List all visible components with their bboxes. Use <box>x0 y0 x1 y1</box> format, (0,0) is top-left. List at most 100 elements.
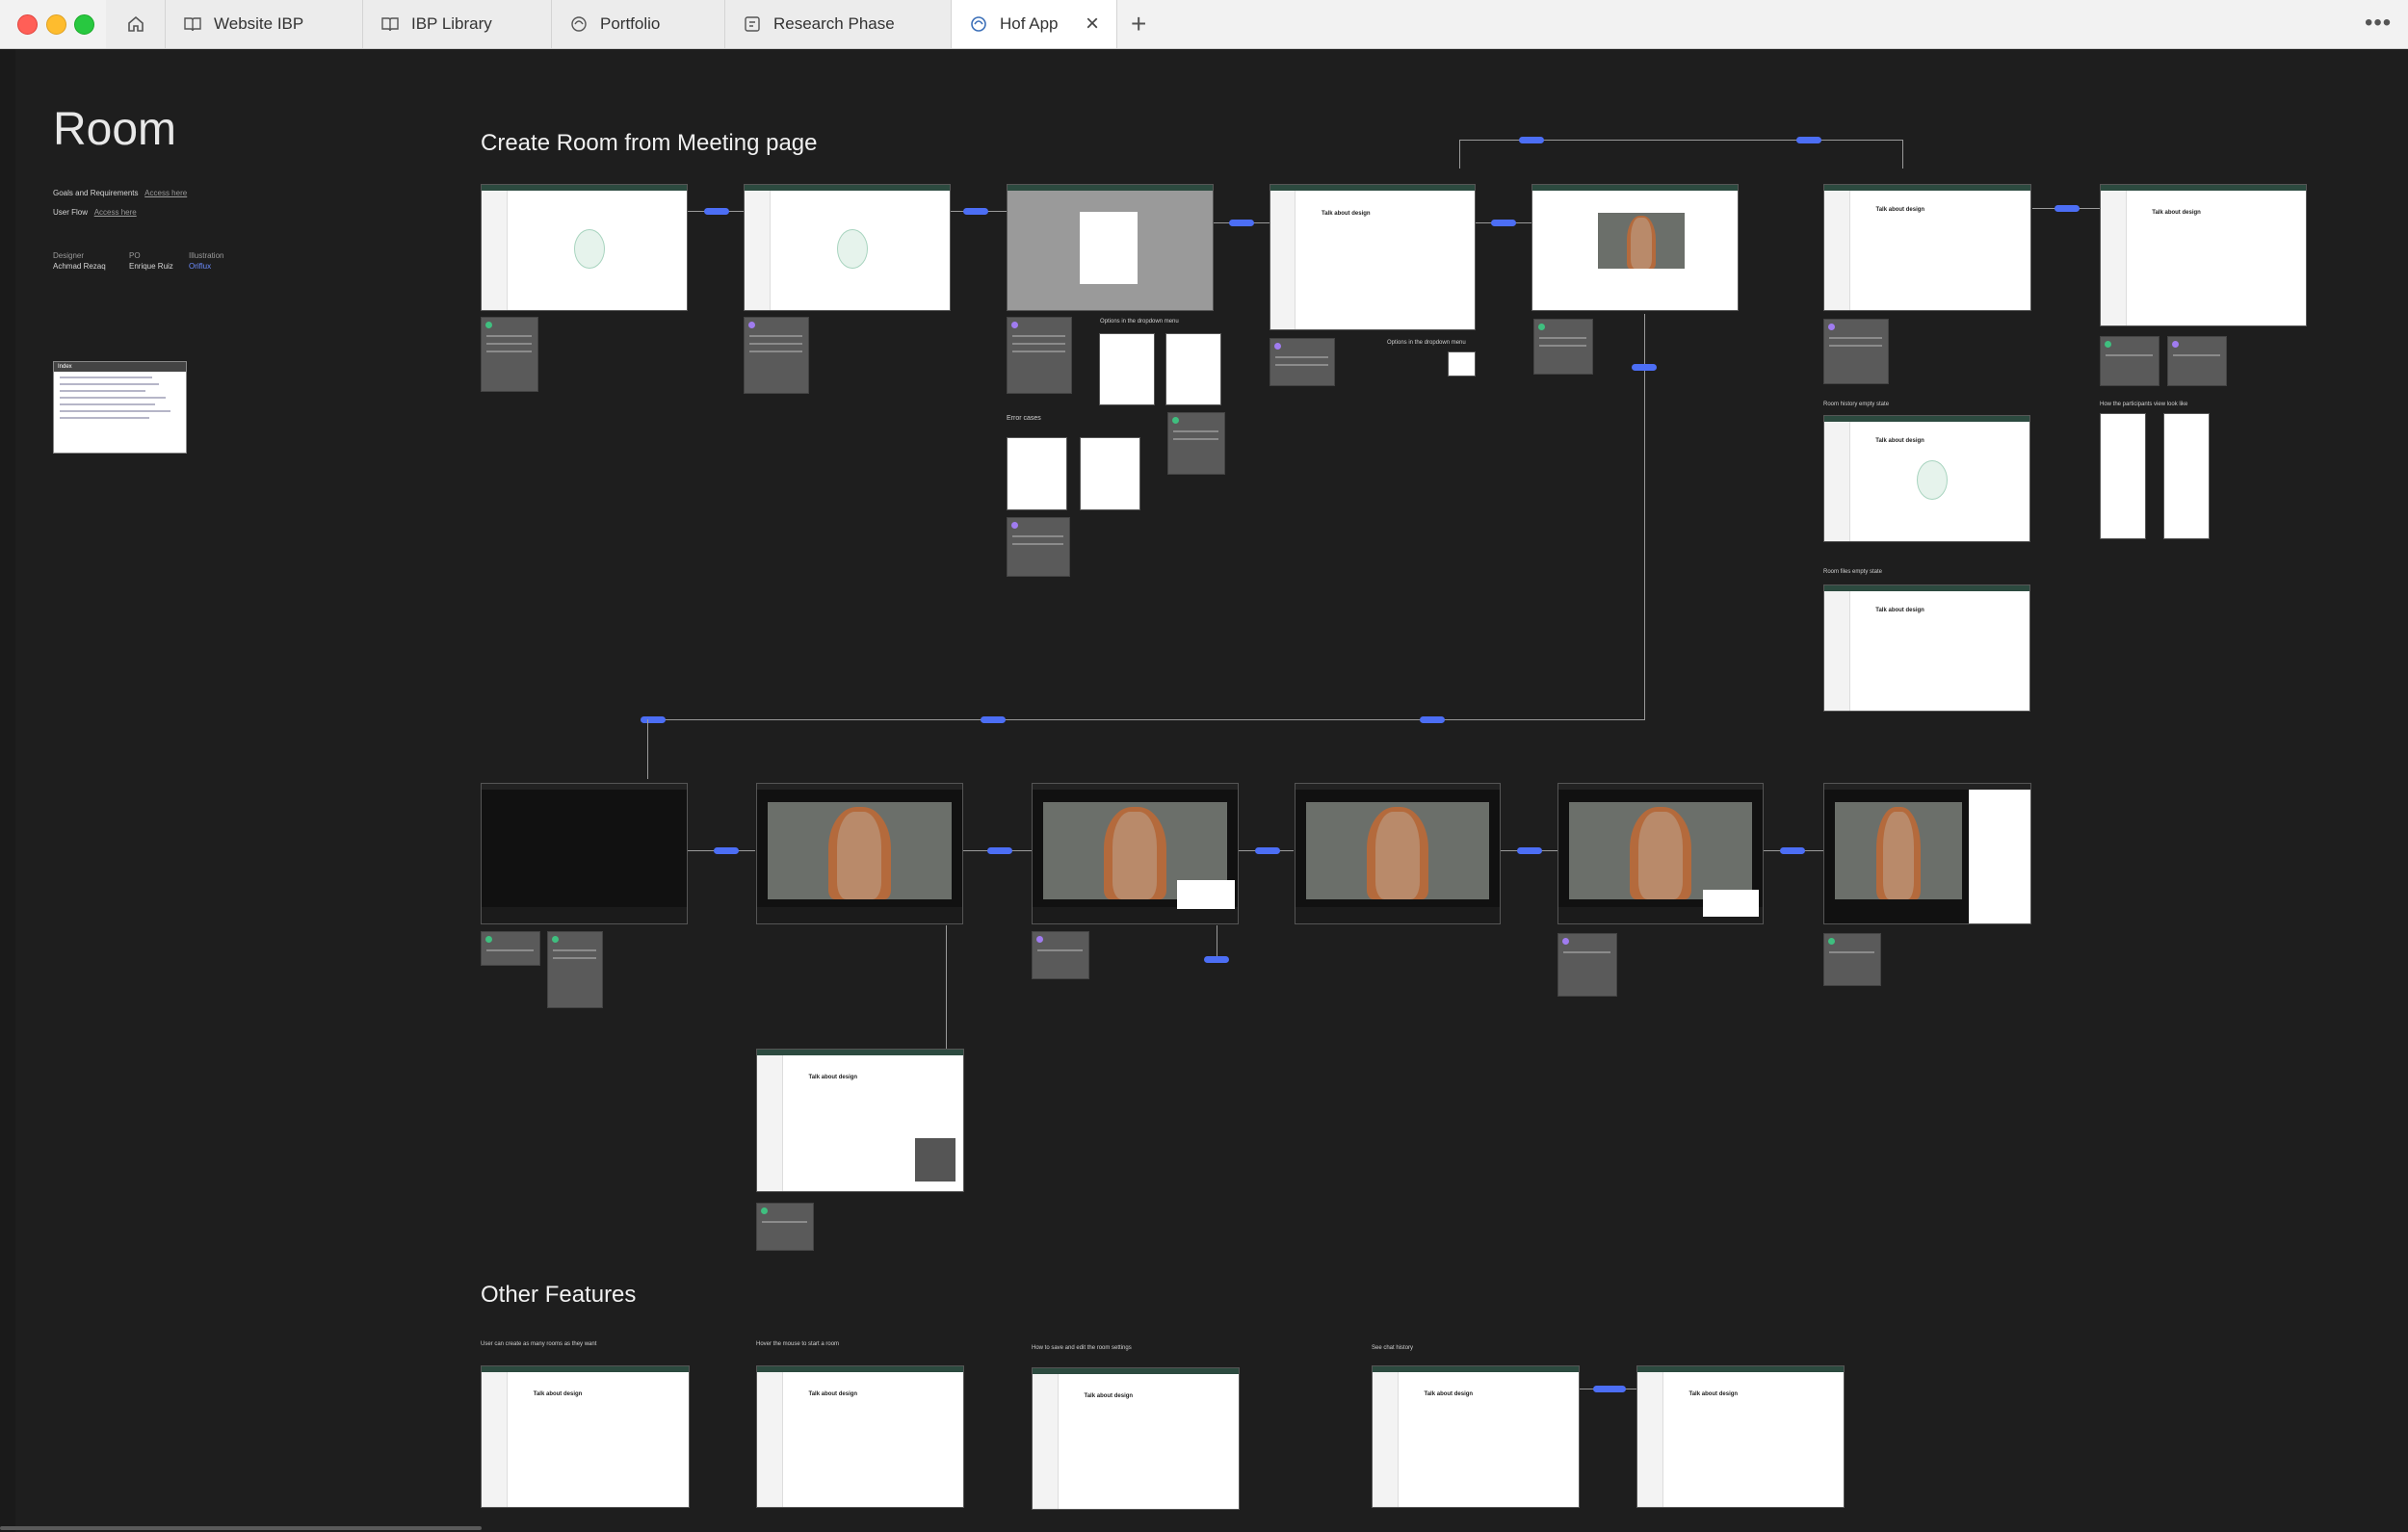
screen-in-room[interactable] <box>756 783 963 924</box>
screen-invite-popup[interactable] <box>1032 783 1239 924</box>
screen-meetings-empty[interactable] <box>481 184 688 311</box>
connector-label[interactable] <box>704 208 729 215</box>
screen-start-room[interactable] <box>1531 184 1739 311</box>
screen-room-files-empty[interactable]: Talk about design <box>1823 584 2030 712</box>
connector-label[interactable] <box>714 847 739 854</box>
annotation-note[interactable] <box>744 317 809 394</box>
goals-link[interactable]: Access here <box>144 189 187 197</box>
screen-feature-chat-history[interactable]: Talk about design <box>1372 1365 1580 1508</box>
screen-chat-panel[interactable] <box>1823 783 2031 924</box>
index-line[interactable] <box>60 410 171 412</box>
call-controls[interactable] <box>757 906 962 923</box>
call-controls[interactable] <box>1033 906 1238 923</box>
annotation-note[interactable] <box>2167 336 2227 386</box>
screen-feature-rooms-list[interactable]: Talk about design <box>481 1365 690 1508</box>
annotation-note[interactable] <box>1007 517 1070 577</box>
index-line[interactable] <box>60 417 150 419</box>
dropdown-preview[interactable] <box>1448 351 1476 377</box>
close-tab-icon[interactable]: × <box>1086 11 1099 38</box>
annotation-note[interactable] <box>1269 338 1335 386</box>
call-controls[interactable] <box>482 906 687 923</box>
popup-card[interactable] <box>1177 880 1235 909</box>
annotation-note[interactable] <box>1557 933 1617 997</box>
note-line <box>2173 354 2220 356</box>
maximize-window-button[interactable] <box>74 14 94 35</box>
home-tab[interactable] <box>106 0 166 48</box>
note-line <box>1012 543 1063 545</box>
screen-joining-room[interactable] <box>481 783 688 924</box>
dropdown-preview[interactable] <box>1099 333 1155 405</box>
connector-label[interactable] <box>1519 137 1544 143</box>
connector-label[interactable] <box>1593 1386 1626 1392</box>
connector-label[interactable] <box>1229 220 1254 226</box>
screen-in-room-2[interactable] <box>1295 783 1501 924</box>
status-dot <box>1011 522 1018 529</box>
connector-label[interactable] <box>1780 847 1805 854</box>
popup-card[interactable] <box>1703 890 1759 917</box>
screen-create-room[interactable] <box>744 184 951 311</box>
screen-room-created[interactable]: Talk about design <box>1269 184 1476 330</box>
tab-ibp-library[interactable]: IBP Library <box>363 0 552 48</box>
index-line[interactable] <box>60 377 152 378</box>
connector-label[interactable] <box>1796 137 1821 143</box>
annotation-note[interactable] <box>2100 336 2159 386</box>
annotation-note[interactable] <box>1533 319 1593 375</box>
plus-icon[interactable]: + <box>1131 9 1146 39</box>
annotation-note[interactable] <box>1032 931 1089 979</box>
connector-label[interactable] <box>1204 956 1229 963</box>
screen-room-mini-player[interactable]: Talk about design <box>756 1049 964 1192</box>
participant-list-preview[interactable] <box>2163 413 2210 539</box>
index-line[interactable] <box>60 403 155 405</box>
screen-feature-chat-open[interactable]: Talk about design <box>1636 1365 1845 1508</box>
screen-room-history-empty[interactable]: Talk about design <box>1823 415 2030 542</box>
participant-list-preview[interactable] <box>2100 413 2146 539</box>
connector-label[interactable] <box>963 208 988 215</box>
index-line[interactable] <box>60 383 159 385</box>
annotation-note[interactable] <box>481 317 538 392</box>
tab-label: Website IBP <box>214 14 304 33</box>
mini-video-player[interactable] <box>915 1138 955 1181</box>
connector-label[interactable] <box>987 847 1012 854</box>
tab-portfolio[interactable]: Portfolio <box>552 0 725 48</box>
connector-label[interactable] <box>1517 847 1542 854</box>
annotation-note[interactable] <box>1823 933 1881 986</box>
annotation-note[interactable] <box>1007 317 1072 394</box>
close-window-button[interactable] <box>17 14 38 35</box>
annotation-note[interactable] <box>756 1203 814 1251</box>
connector-label[interactable] <box>1420 716 1445 723</box>
annotation-note[interactable] <box>481 931 540 966</box>
connector-label[interactable] <box>981 716 1006 723</box>
screen-participant-view[interactable]: Talk about design <box>2100 184 2307 326</box>
screen-create-room-modal[interactable] <box>1007 184 1214 311</box>
tab-hof-app[interactable]: Hof App × <box>952 0 1117 48</box>
annotation-note[interactable] <box>547 931 603 1008</box>
screen-feature-hover-start[interactable]: Talk about design <box>756 1365 964 1508</box>
error-case-preview[interactable] <box>1007 437 1067 510</box>
dropdown-preview[interactable] <box>1165 333 1221 405</box>
screen-feature-room-settings[interactable]: Talk about design <box>1032 1367 1240 1510</box>
screen-room-history[interactable]: Talk about design <box>1823 184 2031 311</box>
connector-label[interactable] <box>1255 847 1280 854</box>
connector-label[interactable] <box>1632 364 1657 371</box>
illustration-name[interactable]: Oriflux <box>189 262 211 271</box>
tab-website-ibp[interactable]: Website IBP <box>166 0 363 48</box>
index-card[interactable]: Index <box>53 361 187 454</box>
flow-link[interactable]: Access here <box>94 208 137 217</box>
index-line[interactable] <box>60 390 146 392</box>
tab-research-phase[interactable]: Research Phase <box>725 0 952 48</box>
annotation-note[interactable] <box>1167 412 1225 475</box>
connector-label[interactable] <box>641 716 666 723</box>
chat-sidebar[interactable] <box>1968 790 2030 923</box>
annotation-note[interactable] <box>1823 319 1889 384</box>
minimize-window-button[interactable] <box>46 14 66 35</box>
ellipsis-icon[interactable]: ••• <box>2365 10 2392 37</box>
design-canvas[interactable]: Room Goals and Requirements Access here … <box>0 49 2408 1532</box>
call-controls[interactable] <box>1296 906 1500 923</box>
horizontal-scrollbar[interactable] <box>0 1526 482 1530</box>
modal-dialog[interactable] <box>1080 212 1138 284</box>
screen-leave-confirm[interactable] <box>1557 783 1764 924</box>
connector-label[interactable] <box>2055 205 2080 212</box>
error-case-preview[interactable] <box>1080 437 1140 510</box>
index-line[interactable] <box>60 397 166 399</box>
connector-label[interactable] <box>1491 220 1516 226</box>
